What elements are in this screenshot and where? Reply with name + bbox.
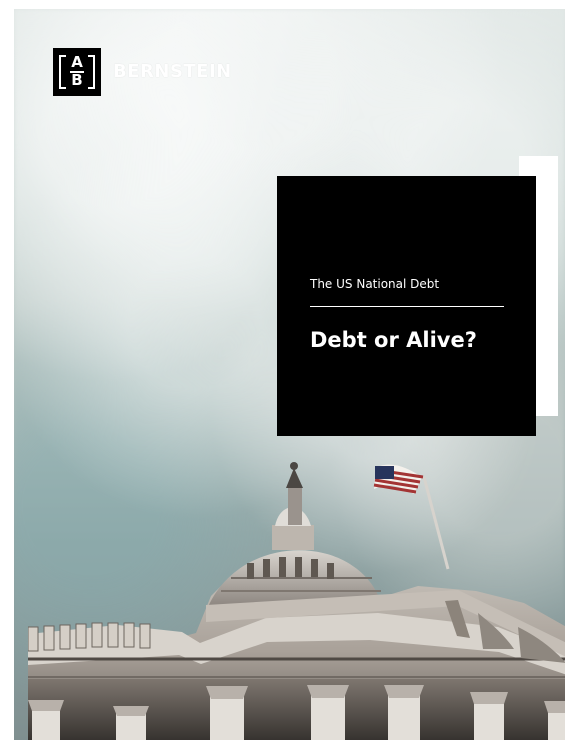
logo-letter-a: A [71,53,83,71]
report-headline: Debt or Alive? [310,328,477,352]
brand-header: A B BERNSTEIN [53,48,232,96]
cover-photo-background: A B BERNSTEIN The US National Debt Debt … [14,9,565,740]
logo-letter-b: B [71,71,83,89]
title-divider [310,306,504,307]
report-cover-page: A B BERNSTEIN The US National Debt Debt … [0,0,565,740]
capitol-building-image [28,462,565,740]
ab-logo-icon: A B [53,48,101,96]
report-kicker: The US National Debt [310,277,440,291]
title-block: The US National Debt Debt or Alive? [277,176,536,436]
brand-name: BERNSTEIN [113,61,232,82]
